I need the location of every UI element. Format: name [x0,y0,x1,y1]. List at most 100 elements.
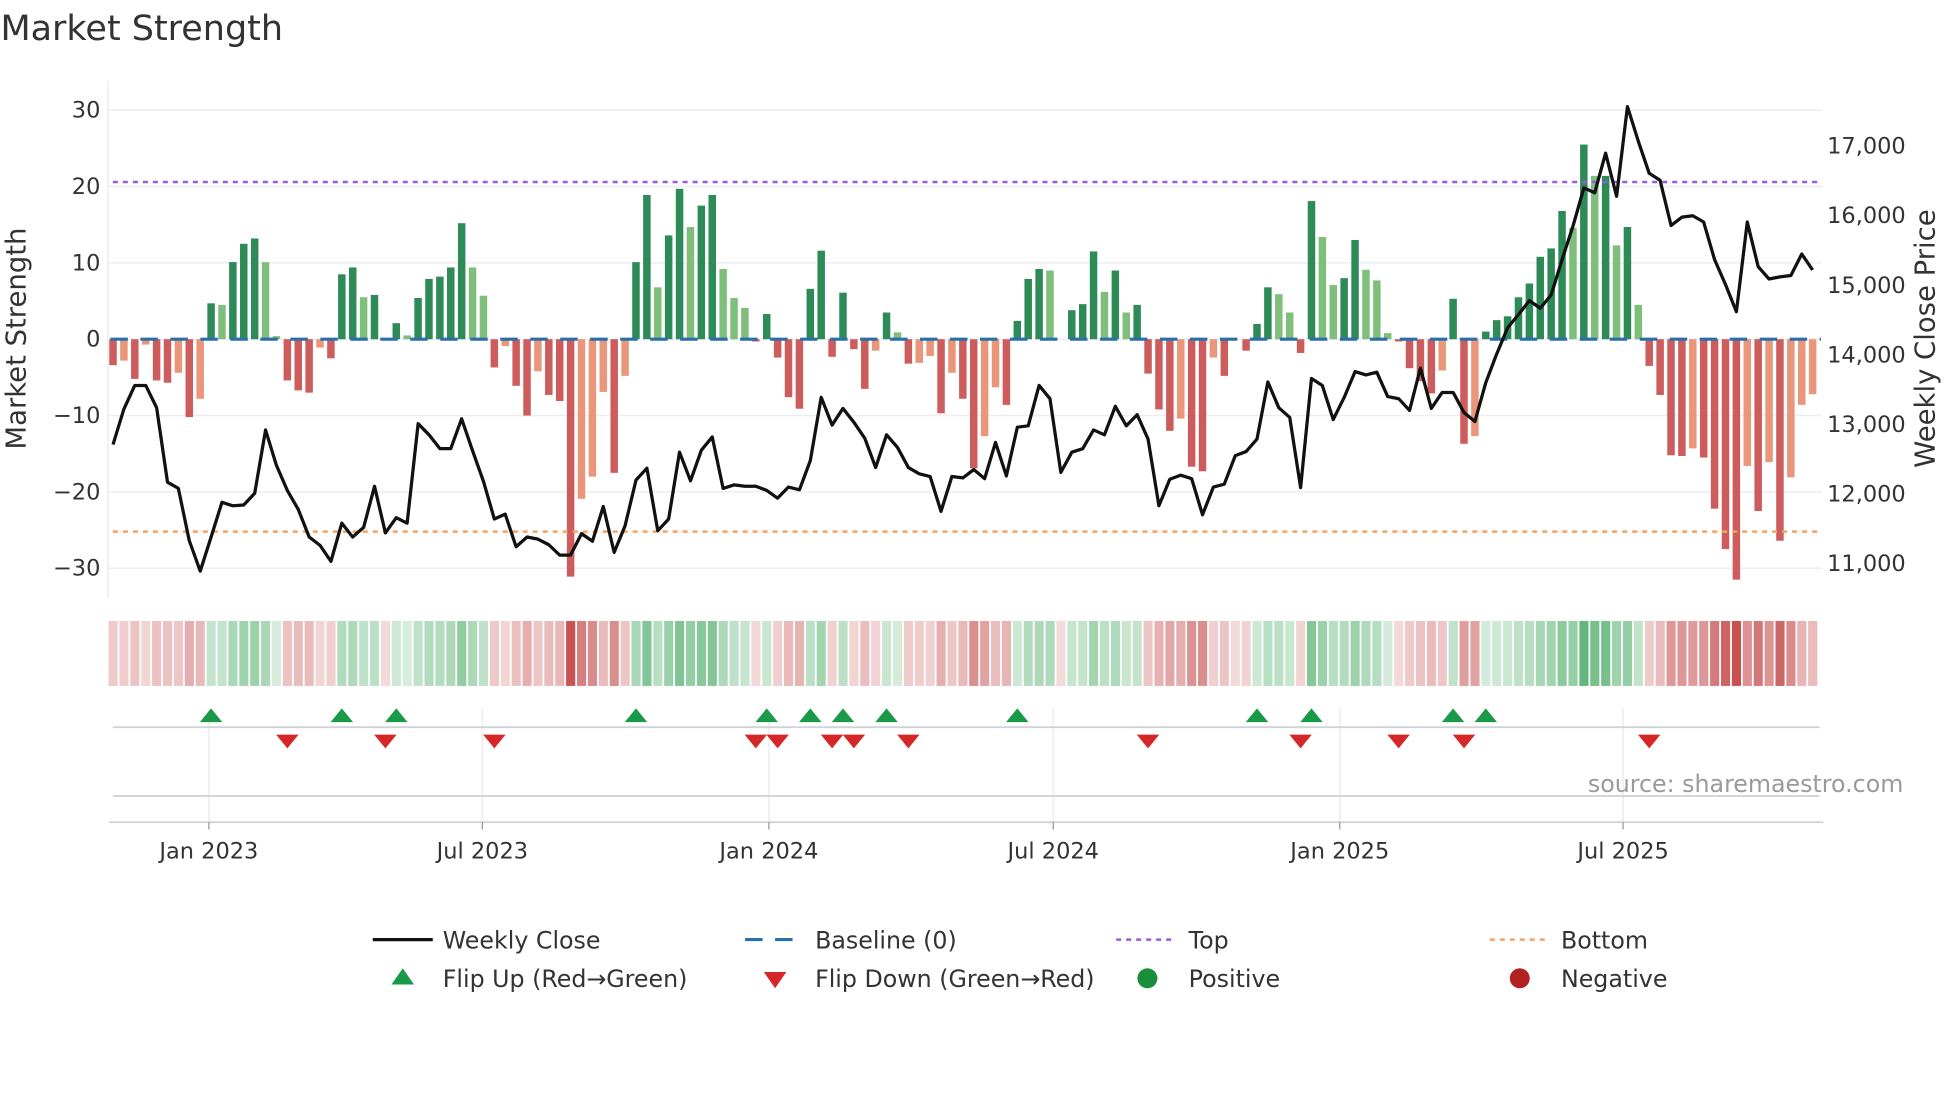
strength-bar [948,339,956,373]
strip-cell [533,620,543,686]
strength-bar [555,339,564,402]
strip-cell [882,620,892,686]
legend-label: Top [1188,926,1229,954]
legend-item-top[interactable]: Top [1116,926,1229,954]
strip-cell [152,620,162,686]
legend-item-flip-up[interactable]: Flip Up (Red→Green) [391,965,688,993]
strip-cell [1426,620,1436,686]
strength-bar [926,339,934,357]
x-axis-ticks: Jan 2023 Jul 2023 Jan 2024 Jul 2024 Jan 2025… [157,822,1669,864]
strength-bar [1078,304,1087,340]
strength-bar [882,312,891,340]
strength-bar [784,339,793,398]
strength-bar [348,267,357,340]
legend-item-negative[interactable]: Negative [1509,965,1668,993]
flip-markers [199,708,1661,749]
legend: Weekly Close Baseline (0) Top Bottom Fli… [372,926,1668,993]
strip-cell [784,620,794,686]
strength-bar [545,339,553,395]
strip-cell [1753,620,1763,686]
strength-bar [762,314,771,340]
strip-cell [751,620,761,686]
legend-label: Flip Down (Green→Red) [815,965,1094,993]
flip-up-marker [199,708,223,723]
strength-bar [969,339,978,469]
strip-cell [1644,620,1654,686]
strip-cell [1154,620,1164,686]
strength-bar [610,339,618,473]
strength-bar [392,323,401,340]
strip-cell [1415,620,1426,686]
circle-icon [1509,968,1530,989]
flip-up-marker [1006,708,1029,723]
strength-bar [1285,312,1294,340]
strength-bar [1242,339,1250,351]
strength-bars [109,144,1817,580]
strength-bar [1253,323,1261,340]
strength-bar [305,339,313,393]
strip-cell [478,620,489,686]
legend-item-flip-down[interactable]: Flip Down (Green→Red) [763,965,1095,993]
strip-cell [1579,620,1589,686]
strip-cell [1535,620,1545,686]
strength-bar [664,235,673,340]
strip-cell [1699,620,1709,686]
strip-cell [892,620,903,686]
strength-bar [370,294,379,340]
strength-bar [131,339,139,379]
strength-bar [1046,270,1054,340]
legend-label: Bottom [1561,926,1648,954]
strip-cell [1731,620,1742,686]
strip-cell [1459,620,1469,686]
strip-cell [1524,620,1534,686]
strength-bar [741,307,749,340]
strip-cell [1394,620,1404,686]
strength-bar [185,339,194,418]
flip-up-marker [1245,708,1269,723]
strip-cell [1187,620,1197,686]
strength-heat-strip [108,620,1818,686]
strength-bar [1580,144,1588,340]
legend-item-bottom[interactable]: Bottom [1489,926,1648,954]
strip-cell [1677,620,1687,686]
strip-cell [903,620,913,686]
strip-cell [849,620,859,686]
flip-down-marker [483,734,506,749]
strip-cell [991,620,1001,686]
strip-cell [1688,620,1698,686]
strip-cell [1045,620,1055,686]
flip-up-marker [755,708,778,723]
legend-item-baseline[interactable]: Baseline (0) [745,926,957,954]
strength-bar [294,339,302,391]
legend-item-positive[interactable]: Positive [1137,965,1280,993]
y-right-tick-label: 15,000 [1827,273,1906,299]
strength-bar [338,274,346,340]
y-tick-label: 10 [72,250,101,276]
strip-cell [740,620,750,686]
y-right-tick-label: 13,000 [1827,412,1906,438]
strip-cell [1764,620,1774,686]
flip-up-marker [831,708,855,723]
strip-cell [587,620,598,686]
flip-up-marker [799,708,822,723]
strip-cell [1405,620,1415,686]
legend-item-weekly-close[interactable]: Weekly Close [372,926,601,954]
strip-cell [315,620,325,686]
strip-cell [925,620,935,686]
strength-bar [1187,339,1196,467]
strip-cell [958,620,968,686]
flip-up-marker [875,708,898,723]
strip-cell [1448,620,1458,686]
x-tick-label: Jan 2024 [717,838,818,864]
strip-cell [816,620,826,686]
strip-cell [1492,620,1502,686]
strength-bar [980,339,989,437]
strip-cell [1339,620,1349,686]
legend-label: Weekly Close [443,926,601,954]
strength-bar [327,339,335,359]
strength-bar [1732,339,1741,580]
strip-cell [1056,620,1066,686]
strip-cell [184,620,194,686]
strip-cell [1710,620,1720,686]
y-tick-label: 30 [72,98,101,124]
